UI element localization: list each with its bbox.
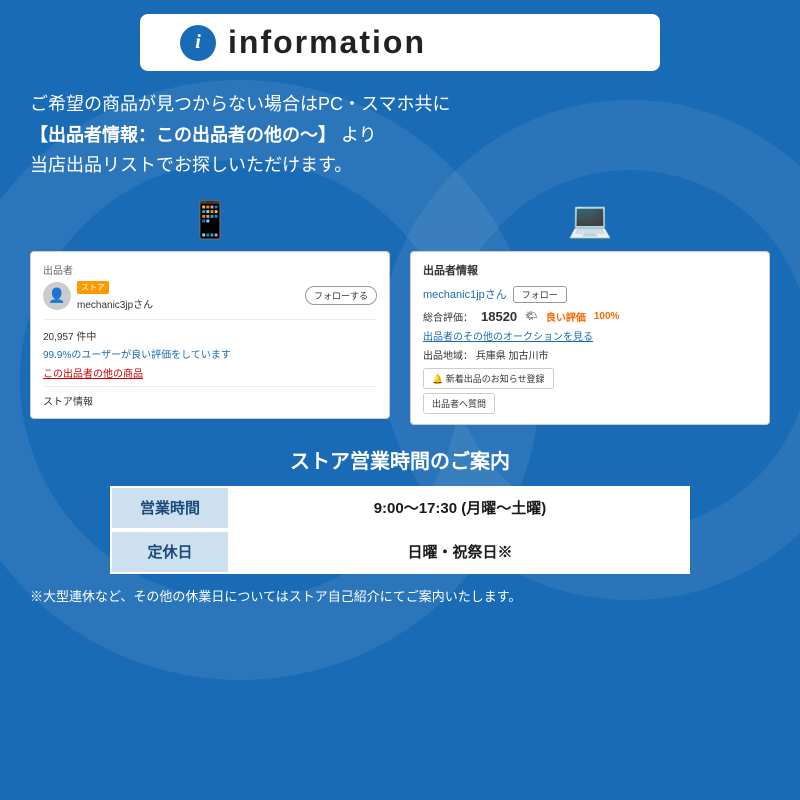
hours-value: 日曜・祝祭日※: [230, 530, 690, 574]
pc-auction-link[interactable]: 出品者のその他のオークションを見る: [423, 328, 757, 343]
mobile-screenshot: 出品者 👤 ストア mechanic3jpさん フォローする 20,957 件中…: [30, 251, 390, 419]
pc-good-percent: 100%: [594, 311, 620, 322]
pc-question-btn[interactable]: 出品者へ質問: [423, 393, 495, 414]
pc-follow-btn[interactable]: フォロー: [513, 286, 567, 303]
mobile-avatar: 👤: [43, 282, 71, 310]
pc-rating-row: 総合評価： 18520 🌤 良い評価 100%: [423, 309, 757, 324]
info-title: information: [228, 24, 426, 61]
pc-col: 💻 出品者情報 mechanic1jpさん フォロー 総合評価： 18520 🌤…: [410, 199, 770, 425]
pc-icon: 💻: [568, 199, 613, 241]
store-hours-title: ストア営業時間のご案内: [290, 445, 510, 474]
footer-note: ※大型連休など、その他の休業日についてはストア自己紹介にてご案内いたします。: [20, 586, 780, 605]
mobile-icon: 📱: [188, 199, 233, 241]
info-header: i information: [140, 14, 660, 71]
pc-seller-row: mechanic1jpさん フォロー: [423, 286, 757, 303]
desc-highlight: 【出品者情報：この出品者の他の〜】: [30, 125, 336, 145]
desc-line1: ご希望の商品が見つからない場合はPC・スマホ共に: [30, 89, 770, 120]
main-container: i information ご希望の商品が見つからない場合はPC・スマホ共に 【…: [0, 0, 800, 800]
pc-seller-info-header: 出品者情報: [423, 262, 757, 278]
pc-screenshot: 出品者情報 mechanic1jpさん フォロー 総合評価： 18520 🌤 良…: [410, 251, 770, 425]
pc-rating-number: 18520: [481, 309, 517, 324]
mobile-seller-info: ストア mechanic3jpさん: [77, 281, 153, 311]
info-icon: i: [180, 25, 216, 61]
hours-value: 9:00〜17:30 (月曜〜土曜): [230, 486, 690, 530]
pc-rating-label: 総合評価：: [423, 309, 473, 324]
hours-label: 定休日: [110, 530, 230, 574]
pc-sun-icon: 🌤: [525, 311, 538, 322]
desc-line3: 当店出品リストでお探しいただけます。: [30, 150, 770, 181]
desc-line2-post: より: [341, 125, 377, 145]
mobile-follow-btn[interactable]: フォローする: [305, 286, 377, 305]
mobile-col: 📱 出品者 👤 ストア mechanic3jpさん フォローする 20,957 …: [30, 199, 390, 419]
mobile-store-badge: ストア: [77, 281, 109, 294]
pc-location: 出品地域： 兵庫県 加古川市: [423, 347, 757, 362]
mobile-seller-label: 出品者: [43, 262, 377, 277]
pc-good-label: 良い評価: [546, 309, 586, 324]
hours-label: 営業時間: [110, 486, 230, 530]
hours-table: 営業時間9:00〜17:30 (月曜〜土曜)定休日日曜・祝祭日※: [110, 486, 690, 574]
mobile-seller-row: 👤 ストア mechanic3jpさん フォローする: [43, 281, 377, 311]
mobile-rating: 99.9%のユーザーが良い評価をしています: [43, 346, 377, 361]
mobile-count: 20,957 件中: [43, 328, 377, 343]
screenshots-row: 📱 出品者 👤 ストア mechanic3jpさん フォローする 20,957 …: [20, 199, 780, 425]
mobile-seller-name: mechanic3jpさん: [77, 296, 153, 311]
hours-row: 営業時間9:00〜17:30 (月曜〜土曜): [110, 486, 690, 530]
pc-seller-name: mechanic1jpさん: [423, 286, 507, 302]
hours-row: 定休日日曜・祝祭日※: [110, 530, 690, 574]
description-block: ご希望の商品が見つからない場合はPC・スマホ共に 【出品者情報：この出品者の他の…: [20, 89, 780, 181]
mobile-other-items[interactable]: この出品者の他の商品: [43, 365, 143, 380]
mobile-seller-section: 👤 ストア mechanic3jpさん フォローする: [43, 281, 377, 320]
desc-line2: 【出品者情報：この出品者の他の〜】 より: [30, 120, 770, 151]
mobile-store-info: ストア情報: [43, 386, 377, 408]
pc-notify-btn[interactable]: 🔔 新着出品のお知らせ登録: [423, 368, 554, 389]
